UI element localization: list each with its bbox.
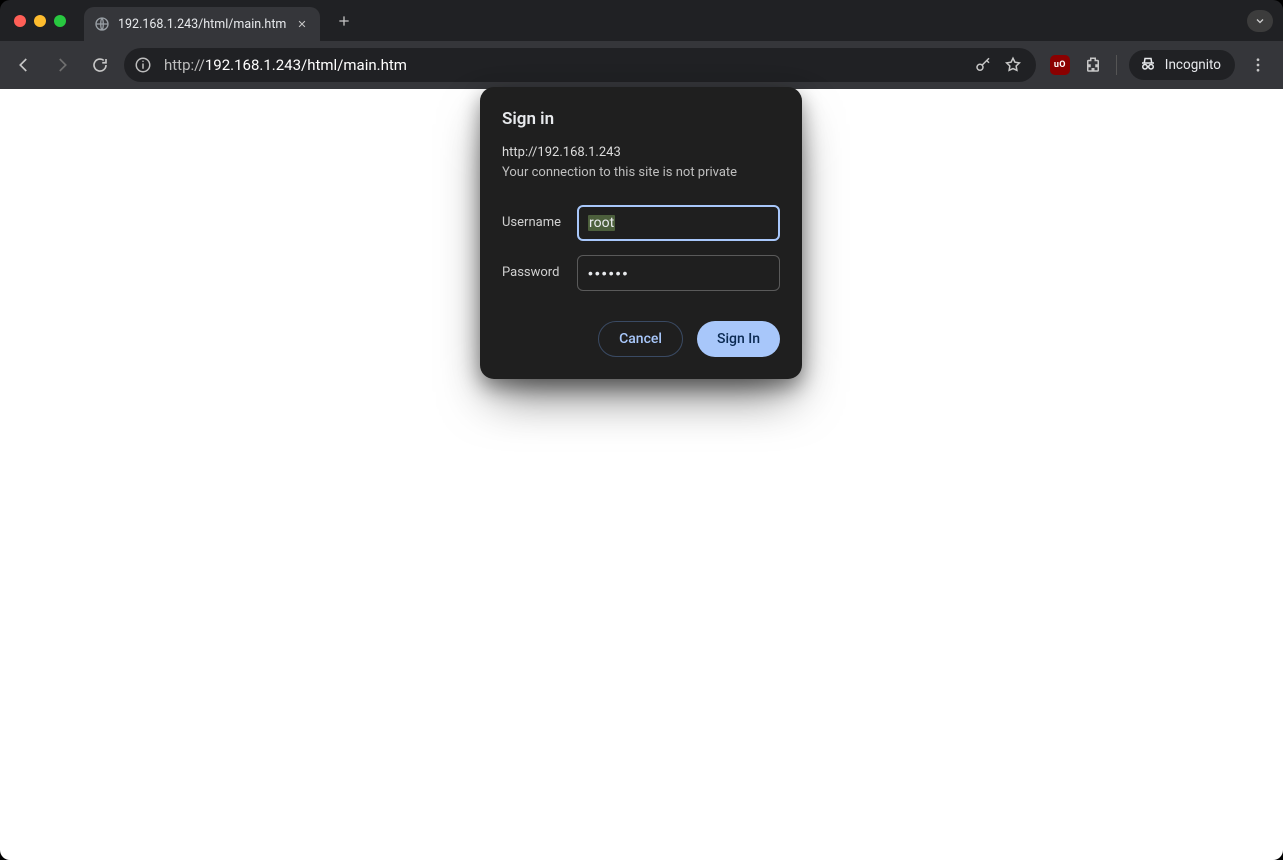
window-zoom-button[interactable] — [54, 15, 66, 27]
incognito-icon — [1139, 54, 1157, 76]
password-key-icon[interactable] — [974, 56, 992, 74]
window-titlebar: 192.168.1.243/html/main.htm — [0, 0, 1283, 41]
sign-in-button[interactable]: Sign In — [697, 321, 780, 357]
url-path: 192.168.1.243/html/main.htm — [205, 56, 407, 74]
toolbar-separator — [1116, 55, 1117, 75]
extensions-icon[interactable] — [1082, 54, 1104, 76]
browser-menu-button[interactable] — [1247, 54, 1269, 76]
dialog-title: Sign in — [502, 109, 780, 129]
page-content: Sign in http://192.168.1.243 Your connec… — [0, 89, 1283, 860]
browser-toolbar: http://192.168.1.243/html/main.htm uO In… — [0, 41, 1283, 89]
reload-button[interactable] — [86, 51, 114, 79]
traffic-lights — [14, 15, 66, 27]
site-info-icon[interactable] — [134, 56, 152, 74]
tab-search-button[interactable] — [1247, 10, 1273, 32]
incognito-indicator[interactable]: Incognito — [1129, 50, 1235, 80]
password-label: Password — [502, 265, 563, 280]
tab-title: 192.168.1.243/html/main.htm — [118, 17, 286, 32]
dialog-warning: Your connection to this site is not priv… — [502, 163, 780, 183]
ublock-extension-icon[interactable]: uO — [1050, 55, 1070, 75]
username-input[interactable] — [577, 205, 780, 241]
toolbar-right-icons: uO Incognito — [1046, 50, 1273, 80]
forward-button[interactable] — [48, 51, 76, 79]
bookmark-star-icon[interactable] — [1004, 56, 1022, 74]
http-auth-dialog: Sign in http://192.168.1.243 Your connec… — [480, 87, 802, 379]
cancel-button[interactable]: Cancel — [598, 321, 683, 357]
username-row: Username root — [502, 205, 780, 241]
close-tab-button[interactable] — [294, 16, 310, 32]
address-bar[interactable]: http://192.168.1.243/html/main.htm — [124, 48, 1036, 82]
window-close-button[interactable] — [14, 15, 26, 27]
incognito-label: Incognito — [1165, 57, 1221, 73]
dialog-origin: http://192.168.1.243 — [502, 143, 780, 163]
username-label: Username — [502, 215, 563, 230]
browser-tab[interactable]: 192.168.1.243/html/main.htm — [84, 7, 320, 41]
window-minimize-button[interactable] — [34, 15, 46, 27]
password-row: Password — [502, 255, 780, 291]
dialog-actions: Cancel Sign In — [502, 321, 780, 357]
url-text: http://192.168.1.243/html/main.htm — [164, 56, 962, 74]
back-button[interactable] — [10, 51, 38, 79]
globe-icon — [94, 16, 110, 32]
new-tab-button[interactable] — [330, 7, 358, 35]
url-scheme: http:// — [164, 56, 205, 74]
password-input[interactable] — [577, 255, 780, 291]
